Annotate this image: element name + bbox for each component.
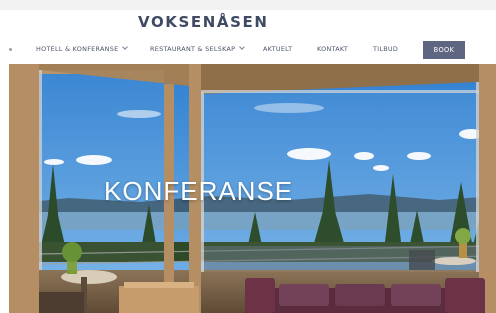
hero-banner: KONFERANSE [9,64,496,313]
nav-item-restaurant-selskap[interactable]: RESTAURANT & SELSKAP [150,44,246,53]
nav-item-hotell-konferanse[interactable]: HOTELL & KONFERANSE [36,44,129,53]
site-header: VOKSENÅSEN HOTELL & KONFERANSE RESTAURAN… [0,10,496,64]
page: VOKSENÅSEN HOTELL & KONFERANSE RESTAURAN… [0,0,496,313]
site-logo[interactable]: VOKSENÅSEN [138,13,269,31]
nav-item-label: KONTAKT [317,45,349,53]
nav-item-label: TILBUD [373,45,399,53]
hero-title: KONFERANSE [104,176,294,206]
nav-item-label: RESTAURANT & SELSKAP [150,45,236,53]
book-button[interactable]: BOOK [423,41,465,59]
chevron-down-icon [239,44,246,50]
main-nav: HOTELL & KONFERANSE RESTAURANT & SELSKAP… [0,41,496,59]
top-strip [0,0,496,10]
nav-item-aktuelt[interactable]: AKTUELT [263,45,292,53]
nav-item-kontakt[interactable]: KONTAKT [317,45,348,53]
nav-item-label: AKTUELT [263,45,293,53]
chevron-down-icon [122,44,129,50]
nav-item-label: HOTELL & KONFERANSE [36,45,119,53]
nav-item-tilbud[interactable]: TILBUD [373,45,398,53]
